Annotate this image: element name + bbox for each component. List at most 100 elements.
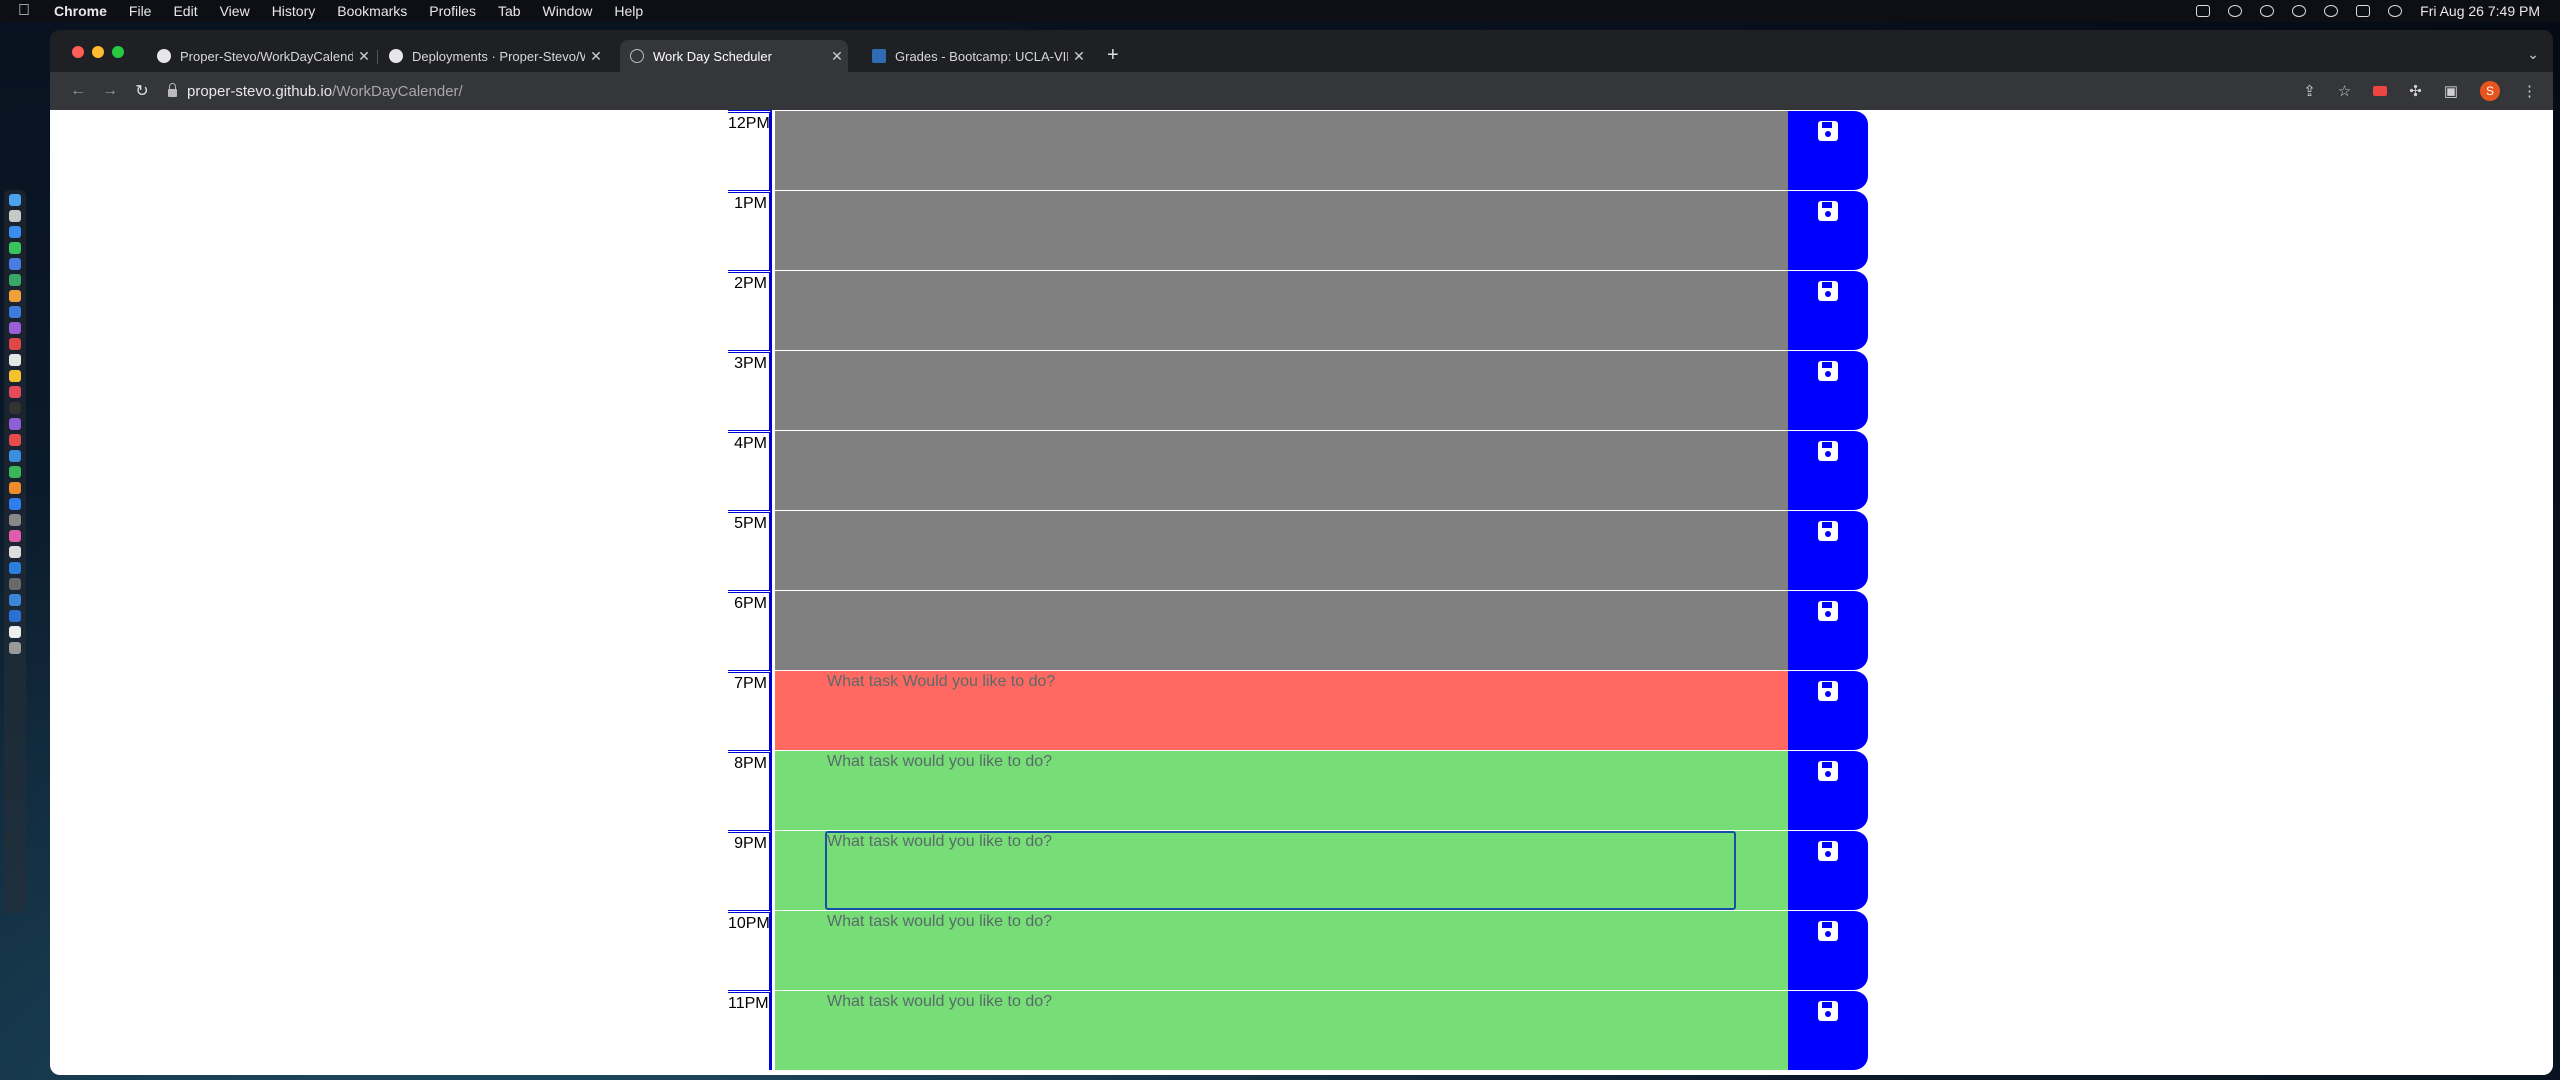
puzzle-icon[interactable]: ✣ [2409, 82, 2422, 100]
menu-edit[interactable]: Edit [173, 3, 197, 19]
dock-photos-icon[interactable] [9, 290, 21, 302]
save-button[interactable] [1788, 110, 1868, 190]
dock-appstore-icon[interactable] [9, 498, 21, 510]
dock-podcasts-icon[interactable] [9, 418, 21, 430]
dock-numbers-icon[interactable] [9, 466, 21, 478]
minimize-window-icon[interactable] [92, 46, 104, 58]
bookmark-star-icon[interactable]: ☆ [2338, 82, 2351, 100]
close-tab-icon[interactable]: ✕ [353, 48, 375, 65]
more-menu-icon[interactable]: ⋮ [2522, 82, 2537, 100]
dock-notes-icon[interactable] [9, 370, 21, 382]
play-icon[interactable] [2260, 5, 2275, 17]
ucla-icon [872, 49, 886, 63]
dock-maps-icon[interactable] [9, 274, 21, 286]
task-textarea[interactable]: What task would you like to do? [775, 750, 1788, 830]
menu-history[interactable]: History [272, 3, 316, 19]
task-textarea[interactable]: What task Would you like to do? [775, 670, 1788, 750]
dock-app-icon[interactable] [9, 610, 21, 622]
hour-label: 3PM [728, 350, 772, 430]
save-button[interactable] [1788, 190, 1868, 270]
zoom-window-icon[interactable] [112, 46, 124, 58]
dock-settings-icon[interactable] [9, 514, 21, 526]
save-button[interactable] [1788, 270, 1868, 350]
save-button[interactable] [1788, 590, 1868, 670]
dock-app-icon[interactable] [9, 354, 21, 366]
tab-github-repo[interactable]: Proper-Stevo/WorkDayCalender ✕ [147, 40, 375, 72]
menu-profiles[interactable]: Profiles [429, 3, 476, 19]
siri-icon[interactable] [2388, 5, 2403, 17]
dock-app-icon[interactable] [9, 322, 21, 334]
task-textarea[interactable] [775, 510, 1788, 590]
dock-app-icon[interactable] [9, 306, 21, 318]
tab-github-deployments[interactable]: Deployments · Proper-Stevo/W ✕ [379, 40, 607, 72]
task-textarea[interactable] [775, 270, 1788, 350]
extension-icon[interactable] [2373, 86, 2388, 96]
dock-mail-icon[interactable] [9, 258, 21, 270]
close-tab-icon[interactable]: ✕ [585, 48, 607, 65]
save-button[interactable] [1788, 670, 1868, 750]
dock-chrome-icon[interactable] [9, 546, 21, 558]
save-button[interactable] [1788, 910, 1868, 990]
dock-app-icon[interactable] [9, 338, 21, 350]
save-button[interactable] [1788, 750, 1868, 830]
task-textarea[interactable]: What task would you like to do? [775, 830, 1788, 910]
wifi-icon[interactable] [2292, 5, 2307, 17]
menu-tab[interactable]: Tab [498, 3, 521, 19]
dock-vscode-icon[interactable] [9, 562, 21, 574]
control-center-icon[interactable] [2356, 5, 2371, 17]
dock-zoom-icon[interactable] [9, 594, 21, 606]
task-textarea[interactable] [775, 590, 1788, 670]
menu-window[interactable]: Window [543, 3, 593, 19]
search-icon[interactable] [2324, 5, 2339, 17]
menu-help[interactable]: Help [614, 3, 643, 19]
keyboard-icon[interactable] [2196, 5, 2211, 17]
dock-documents-icon[interactable] [9, 626, 21, 638]
close-window-icon[interactable] [72, 46, 84, 58]
tab-grades-bootcamp[interactable]: Grades - Bootcamp: UCLA-VIR ✕ [862, 40, 1090, 72]
menu-bookmarks[interactable]: Bookmarks [337, 3, 407, 19]
lock-icon[interactable] [168, 83, 177, 97]
task-textarea[interactable]: What task would you like to do? [775, 990, 1788, 1070]
dock-trash-icon[interactable] [9, 642, 21, 654]
menu-clock[interactable]: Fri Aug 26 7:49 PM [2420, 3, 2540, 19]
save-button[interactable] [1788, 430, 1868, 510]
task-textarea[interactable]: What task would you like to do? [775, 910, 1788, 990]
menu-app-chrome[interactable]: Chrome [54, 3, 107, 19]
side-panel-icon[interactable]: ▣ [2444, 82, 2458, 100]
hour-label: 4PM [728, 430, 772, 510]
dock-news-icon[interactable] [9, 434, 21, 446]
dock-keynote-icon[interactable] [9, 450, 21, 462]
task-textarea[interactable] [775, 350, 1788, 430]
dock-safari-icon[interactable] [9, 226, 21, 238]
task-textarea[interactable] [775, 190, 1788, 270]
dock-pages-icon[interactable] [9, 482, 21, 494]
dock-terminal-icon[interactable] [9, 578, 21, 590]
dock-appletv-icon[interactable] [9, 402, 21, 414]
save-button[interactable] [1788, 350, 1868, 430]
apple-menu-icon[interactable]:  [18, 2, 36, 20]
dock-messages-icon[interactable] [9, 242, 21, 254]
close-tab-icon[interactable]: ✕ [826, 48, 848, 65]
share-icon[interactable]: ⇪ [2303, 82, 2316, 100]
dock-app-icon[interactable] [9, 530, 21, 542]
profile-avatar[interactable]: S [2480, 81, 2500, 101]
save-button[interactable] [1788, 990, 1868, 1070]
dock-finder-icon[interactable] [9, 194, 21, 206]
task-textarea[interactable] [775, 430, 1788, 510]
menu-view[interactable]: View [220, 3, 250, 19]
back-arrow-icon[interactable]: ← [62, 82, 94, 100]
headphones-icon[interactable] [2228, 5, 2243, 17]
reload-icon[interactable]: ↻ [126, 81, 158, 101]
tab-search-chevron-icon[interactable]: ⌄ [2527, 46, 2539, 63]
dock-music-icon[interactable] [9, 386, 21, 398]
task-textarea[interactable] [775, 110, 1788, 190]
close-tab-icon[interactable]: ✕ [1068, 48, 1090, 65]
save-button[interactable] [1788, 510, 1868, 590]
dock-launchpad-icon[interactable] [9, 210, 21, 222]
tab-work-day-scheduler[interactable]: Work Day Scheduler ✕ [620, 40, 848, 72]
address-bar[interactable]: proper-stevo.github.io/WorkDayCalender/ [168, 77, 2303, 105]
menu-file[interactable]: File [129, 3, 152, 19]
new-tab-button[interactable]: + [1107, 44, 1119, 67]
forward-arrow-icon[interactable]: → [94, 82, 126, 100]
save-button[interactable] [1788, 830, 1868, 910]
